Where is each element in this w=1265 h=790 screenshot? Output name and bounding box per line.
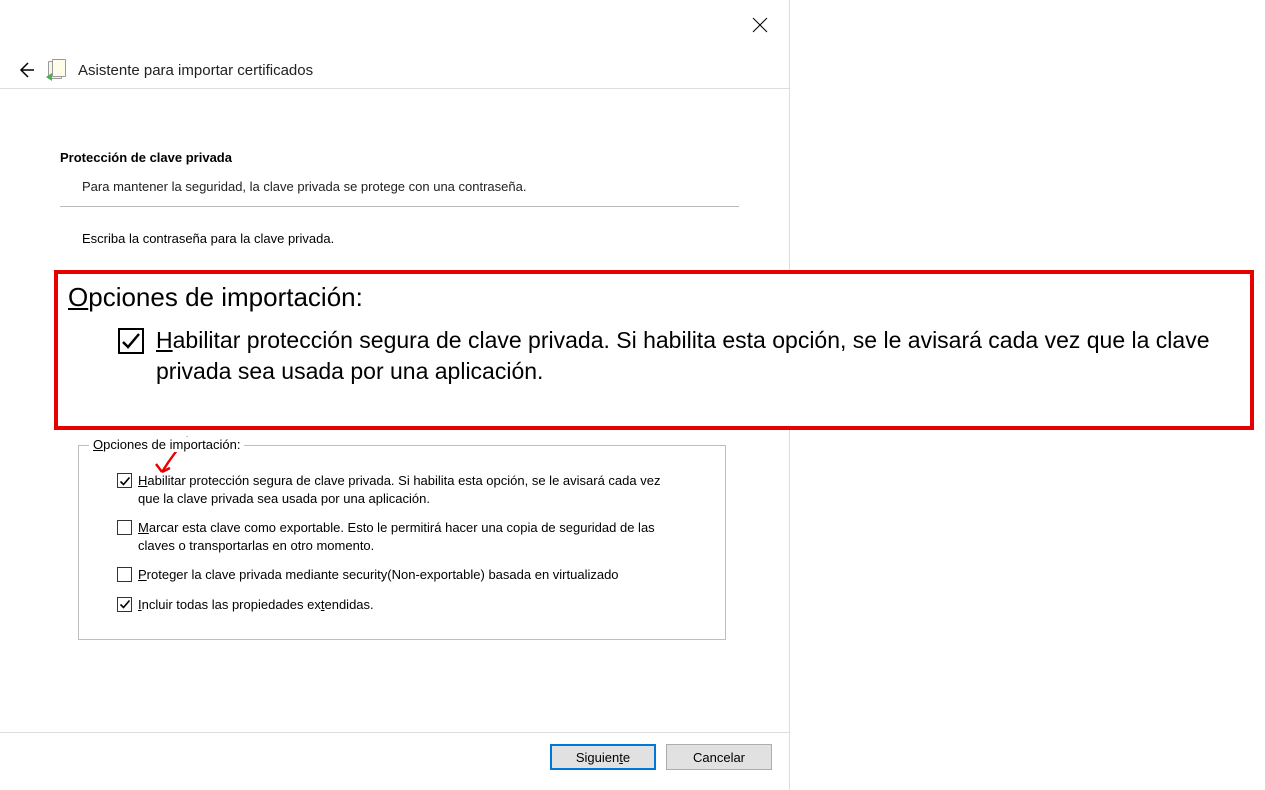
- option-enable-strong-protection: Habilitar protección segura de clave pri…: [117, 472, 707, 507]
- checkbox-include-extended[interactable]: [117, 597, 132, 612]
- zoom-option-text: Habilitar protección segura de clave pri…: [156, 325, 1240, 387]
- wizard-content: Protección de clave privada Para mantene…: [60, 150, 739, 246]
- checkbox-mark-exportable[interactable]: [117, 520, 132, 535]
- section-heading: Protección de clave privada: [60, 150, 739, 165]
- back-arrow-icon[interactable]: [14, 58, 38, 82]
- cert-import-wizard-dialog: Asistente para importar certificados Pro…: [0, 0, 790, 790]
- option-protect-virtualized: Proteger la clave privada mediante secur…: [117, 566, 707, 584]
- option-label: Proteger la clave privada mediante secur…: [138, 566, 619, 584]
- option-label: Habilitar protección segura de clave pri…: [138, 472, 678, 507]
- wizard-title: Asistente para importar certificados: [78, 62, 313, 79]
- import-options-legend: Opciones de importación:: [89, 437, 244, 452]
- zoom-options-legend: Opciones de importación:: [68, 282, 1240, 313]
- checkbox-protect-virtualized[interactable]: [117, 567, 132, 582]
- zoom-checkbox-checked-icon: [118, 328, 144, 354]
- wizard-footer: Siguiente Cancelar: [0, 732, 790, 770]
- close-icon[interactable]: [751, 16, 769, 34]
- annotation-callout: Opciones de importación: Habilitar prote…: [54, 270, 1254, 430]
- cancel-button[interactable]: Cancelar: [666, 744, 772, 770]
- option-label: Incluir todas las propiedades extendidas…: [138, 596, 374, 614]
- section-description: Para mantener la seguridad, la clave pri…: [82, 179, 739, 194]
- option-include-extended: Incluir todas las propiedades extendidas…: [117, 596, 707, 614]
- wizard-header: Asistente para importar certificados: [0, 58, 789, 89]
- next-button[interactable]: Siguiente: [550, 744, 656, 770]
- password-prompt-label: Escriba la contraseña para la clave priv…: [82, 231, 739, 246]
- option-mark-exportable: Marcar esta clave como exportable. Esto …: [117, 519, 707, 554]
- certificate-icon: [46, 59, 68, 81]
- divider: [60, 206, 739, 207]
- import-options-group: Opciones de importación: Habilitar prote…: [78, 445, 726, 640]
- zoom-option-enable-protection: Habilitar protección segura de clave pri…: [118, 325, 1240, 387]
- checkbox-enable-protection[interactable]: [117, 473, 132, 488]
- option-label: Marcar esta clave como exportable. Esto …: [138, 519, 678, 554]
